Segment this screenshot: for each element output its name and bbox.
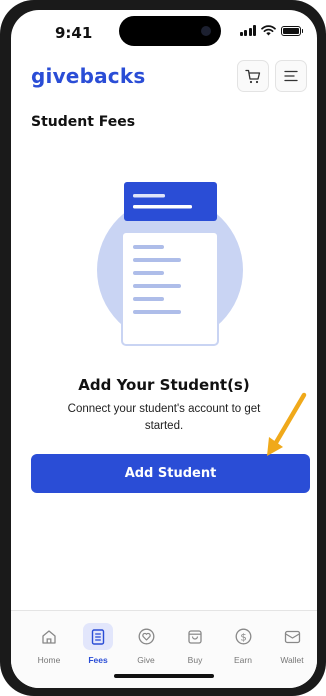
givebacks-logo[interactable]: givebacks [31, 64, 145, 88]
menu-button[interactable] [275, 60, 307, 92]
menu-icon [284, 70, 298, 82]
tab-label: Fees [88, 655, 108, 665]
fees-icon [91, 628, 105, 645]
tab-wallet[interactable]: Wallet [268, 623, 316, 671]
signal-icon [239, 25, 256, 36]
dynamic-island [119, 16, 221, 46]
wifi-icon [261, 25, 276, 36]
status-icons [239, 25, 303, 36]
tab-label: Buy [187, 655, 203, 665]
tab-label: Wallet [280, 655, 304, 665]
status-time: 9:41 [55, 24, 93, 42]
phone-frame: 9:41 givebacks Student Fees Add Your Stu… [0, 0, 326, 696]
empty-state-description: Connect your student's account to get st… [67, 403, 261, 432]
wallet-icon [284, 630, 300, 643]
cart-button[interactable] [237, 60, 269, 92]
home-indicator [114, 674, 214, 678]
battery-icon [281, 25, 303, 36]
tab-fees[interactable]: Fees [74, 623, 122, 671]
tab-buy[interactable]: Buy [171, 623, 219, 671]
tab-home[interactable]: Home [25, 623, 73, 671]
document-illustration [97, 182, 243, 346]
camera-icon [201, 26, 211, 36]
app-screen: 9:41 givebacks Student Fees Add Your Stu… [11, 10, 317, 688]
tab-label: Earn [234, 655, 252, 665]
svg-text:$: $ [240, 632, 246, 643]
earn-icon: $ [235, 628, 251, 645]
tab-label: Home [37, 655, 61, 665]
buy-icon [188, 629, 202, 644]
cart-icon [245, 69, 261, 83]
give-icon [138, 628, 154, 645]
annotation-arrow-icon [267, 392, 307, 456]
tab-give[interactable]: Give [122, 623, 170, 671]
tab-label: Give [137, 655, 155, 665]
home-icon [42, 629, 56, 644]
page-title: Student Fees [31, 114, 136, 130]
tab-earn[interactable]: $ Earn [219, 623, 267, 671]
